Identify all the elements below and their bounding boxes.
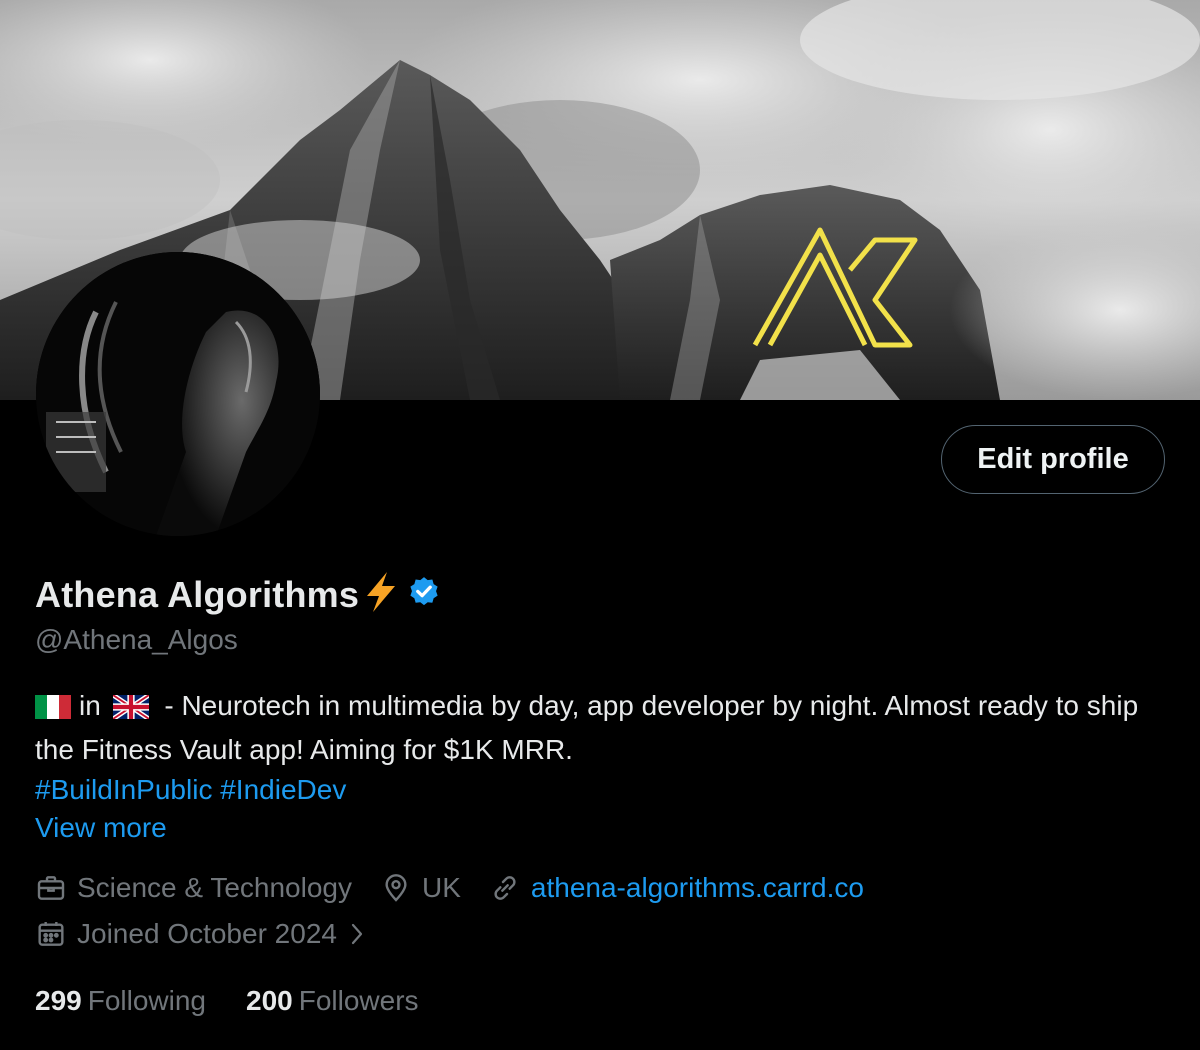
calendar-icon: [35, 918, 67, 950]
uk-flag-icon: [111, 690, 150, 730]
profile-joined-row[interactable]: Joined October 2024: [35, 918, 379, 950]
hashtag-link[interactable]: #BuildInPublic: [35, 774, 212, 805]
followers-stat[interactable]: 200 Followers: [246, 985, 419, 1017]
profile-category: Science & Technology: [35, 872, 352, 904]
website-link[interactable]: athena-algorithms.carrd.co: [531, 872, 864, 904]
verified-badge-icon[interactable]: [407, 575, 441, 614]
profile-handle: @Athena_Algos: [35, 624, 238, 655]
followers-label: Followers: [298, 985, 419, 1016]
following-count: 299: [35, 985, 82, 1016]
bio-in-word: in: [79, 690, 101, 721]
profile-website[interactable]: athena-algorithms.carrd.co: [489, 872, 864, 904]
hashtag-link[interactable]: #IndieDev: [220, 774, 346, 805]
profile-meta-row: Science & Technology UK athena-algorithm…: [35, 872, 892, 904]
chevron-right-icon[interactable]: [345, 920, 369, 948]
edit-profile-button[interactable]: Edit profile: [941, 425, 1165, 494]
following-stat[interactable]: 299 Following: [35, 985, 206, 1017]
view-more-link[interactable]: View more: [35, 812, 167, 844]
followers-count: 200: [246, 985, 293, 1016]
briefcase-icon: [35, 872, 67, 904]
italy-flag-icon: [35, 690, 71, 730]
location-label: UK: [422, 872, 461, 903]
lightning-bolt-icon: [361, 570, 401, 619]
display-name: Athena Algorithms: [35, 573, 360, 615]
follow-stats: 299 Following 200 Followers: [35, 985, 459, 1017]
profile-bio: in - Neurotech in multimedia by day, app…: [35, 686, 1165, 810]
link-icon: [489, 872, 521, 904]
avatar-portrait-image: [36, 252, 320, 536]
profile-location: UK: [380, 872, 461, 904]
joined-date: Joined October 2024: [77, 918, 337, 949]
profile-name-row: Athena Algorithms: [35, 570, 441, 619]
location-pin-icon: [380, 872, 412, 904]
bio-text: - Neurotech in multimedia by day, app de…: [35, 690, 1139, 765]
profile-avatar[interactable]: [36, 252, 320, 536]
following-label: Following: [87, 985, 206, 1016]
category-label: Science & Technology: [77, 872, 352, 903]
